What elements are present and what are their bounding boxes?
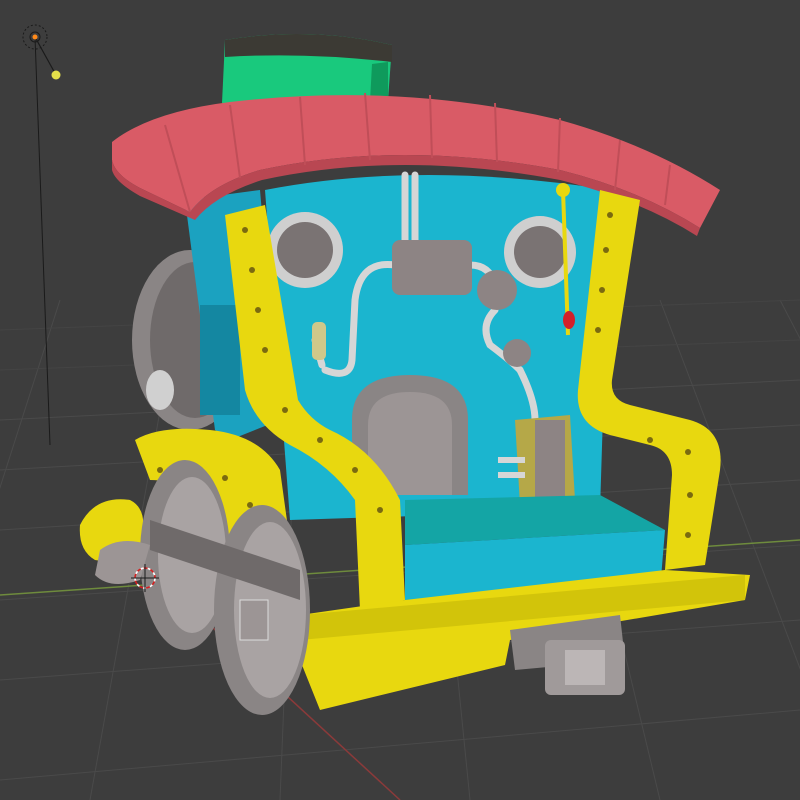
small-gauge — [503, 339, 531, 367]
tank — [392, 240, 472, 295]
scene-canvas[interactable] — [0, 0, 800, 800]
locomotive-mesh[interactable] — [79, 34, 750, 715]
whistle-handle[interactable] — [563, 311, 575, 329]
sun-lamp-icon[interactable] — [22, 24, 61, 446]
3d-viewport[interactable] — [0, 0, 800, 800]
riveted-panel — [200, 305, 240, 415]
pressure-gauge — [477, 270, 517, 310]
